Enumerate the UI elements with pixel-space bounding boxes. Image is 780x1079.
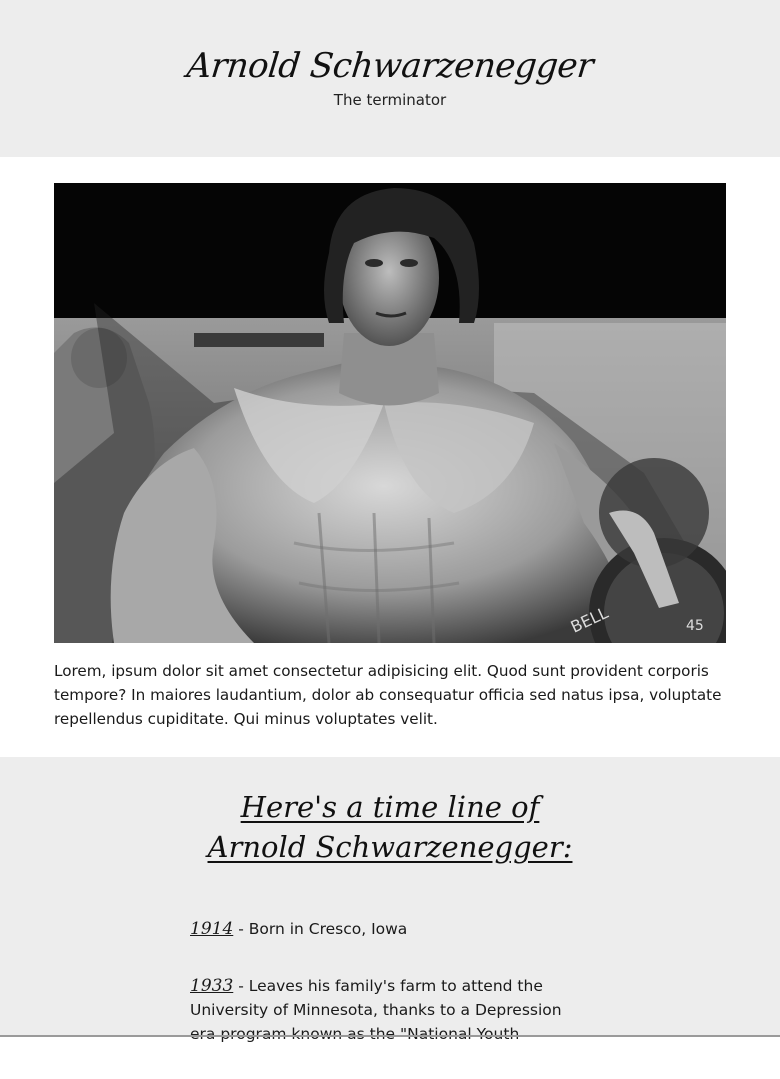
intro-paragraph: Lorem, ipsum dolor sit amet consectetur … xyxy=(54,662,722,728)
timeline-heading-line2: Arnold Schwarzenegger: xyxy=(207,830,573,864)
hero-image: BELL 45 xyxy=(54,183,726,643)
svg-text:45: 45 xyxy=(686,618,704,634)
timeline-heading-line1: Here's a time line of xyxy=(240,790,540,824)
header: Arnold Schwarzenegger The terminator xyxy=(0,0,780,157)
timeline-year: 1914 xyxy=(190,919,234,939)
timeline-section: Here's a time line of Arnold Schwarzeneg… xyxy=(0,757,780,1043)
timeline-list: 1914 - Born in Cresco, Iowa 1933 - Leave… xyxy=(190,917,580,1079)
page-title: Arnold Schwarzenegger xyxy=(184,46,596,86)
page-subtitle: The terminator xyxy=(333,91,447,109)
timeline-item: 1914 - Born in Cresco, Iowa xyxy=(190,917,580,941)
timeline-year: 1933 xyxy=(190,976,234,996)
timeline-text: - Leaves his family's farm to attend the… xyxy=(190,977,562,1043)
timeline-text: - Born in Cresco, Iowa xyxy=(238,920,408,938)
timeline-heading: Here's a time line of Arnold Schwarzeneg… xyxy=(0,787,780,867)
